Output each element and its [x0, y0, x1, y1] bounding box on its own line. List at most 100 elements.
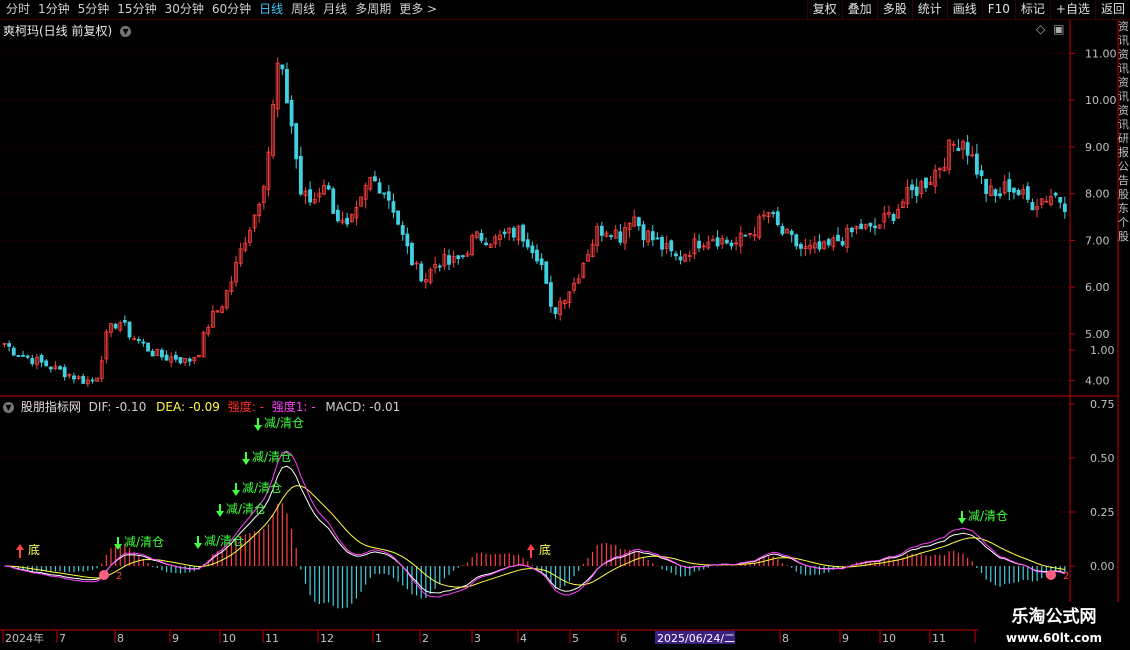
candle-body — [998, 193, 1002, 197]
price-tick-label: 10.00 — [1085, 94, 1117, 107]
sell-signal-label: 减/清仓 — [252, 450, 292, 464]
time-tick-label: 8 — [117, 632, 124, 645]
candle-body — [456, 255, 461, 260]
candle-body — [535, 249, 539, 262]
candle-body — [30, 358, 35, 365]
candle-body — [553, 307, 558, 315]
candle-body — [502, 231, 507, 235]
cursor-date-box: 2025/06/24/二 — [655, 631, 735, 645]
diamond-icon[interactable]: ◇ — [1036, 22, 1045, 36]
price-tick-label: 7.00 — [1085, 234, 1110, 247]
sell-signal: 减/清仓 — [232, 481, 282, 496]
candle-body — [298, 155, 303, 195]
sell-signal-label: 减/清仓 — [124, 535, 164, 549]
candle-body — [724, 239, 729, 244]
indicator-tick-label: 0.00 — [1090, 560, 1115, 573]
price-tick-label: 9.00 — [1085, 141, 1110, 154]
candle-body — [618, 231, 623, 243]
time-tick-label: 11 — [932, 632, 946, 645]
candle-body — [136, 339, 141, 341]
stock-name-period: 爽柯玛(日线 前复权) — [3, 24, 113, 38]
sell-signal: 减/清仓 — [114, 535, 164, 550]
candle-body — [58, 366, 62, 370]
candle-body — [868, 222, 873, 227]
candle-body — [21, 354, 25, 357]
time-tick-label: 1 — [375, 632, 382, 645]
candle-body — [525, 239, 530, 248]
time-tick-label: 8 — [782, 632, 789, 645]
candle-body — [789, 230, 794, 235]
dea-value: DEA: -0.09 — [156, 400, 220, 414]
panel-tools: ◇ ▣ — [1036, 22, 1064, 36]
time-tick-label: 3 — [474, 632, 481, 645]
down-arrow-icon — [254, 418, 262, 431]
time-tick-label: 4 — [520, 632, 527, 645]
candle-body — [775, 211, 780, 226]
candle-body — [993, 189, 998, 197]
sell-signal-label: 减/清仓 — [242, 481, 282, 495]
chart-frame — [0, 20, 1119, 631]
candle-body — [609, 235, 613, 238]
side-info-strip[interactable]: 资讯资讯资讯资讯研报公告股东个股 — [1118, 20, 1130, 600]
sell-signal: 减/清仓 — [194, 534, 244, 549]
candle-body — [794, 234, 799, 247]
candle-body — [146, 342, 150, 352]
sell-signal: 减/清仓 — [254, 416, 304, 431]
candle-body — [90, 379, 95, 382]
candle-body — [771, 212, 776, 214]
time-tick-label: 9 — [172, 632, 179, 645]
indicator-name: 股朋指标网 — [20, 400, 81, 414]
down-arrow-icon — [958, 511, 966, 524]
candle-body — [127, 321, 132, 338]
candle-body — [780, 226, 785, 235]
candle-body — [956, 147, 961, 152]
candle-body — [400, 225, 405, 235]
chart-canvas[interactable]: 减/清仓 减/清仓减/清仓减/清仓减/清仓减/清仓减/清仓底 底2 2 11.0010… — [0, 0, 1130, 650]
marker-number: 2 — [116, 571, 122, 582]
candle-body — [437, 265, 442, 268]
candle-body — [914, 186, 919, 196]
candle-body — [326, 185, 331, 190]
candle-body — [873, 225, 877, 229]
candle-body — [965, 142, 970, 156]
window-icon[interactable]: ▣ — [1053, 22, 1064, 36]
candle-body — [289, 99, 294, 127]
candle-body — [979, 170, 984, 177]
candlestick-series — [2, 57, 1067, 388]
buy-signal-label: 底 — [28, 542, 40, 557]
candle-body — [382, 192, 387, 195]
title-dropdown-icon[interactable]: ▼ — [120, 26, 132, 37]
macd-value: MACD: -0.01 — [325, 400, 401, 414]
candle-body — [479, 232, 484, 241]
candle-body — [1007, 179, 1012, 193]
indicator-dropdown-icon[interactable]: ▼ — [3, 402, 14, 413]
grid-lines — [0, 52, 1075, 567]
candle-body — [308, 189, 313, 203]
macd-histogram — [8, 503, 1066, 609]
time-tick-label: 7 — [59, 632, 66, 645]
candle-body — [150, 350, 155, 357]
candle-body — [891, 214, 896, 221]
candle-body — [386, 191, 391, 201]
candle-body — [419, 263, 424, 282]
candle-body — [799, 244, 803, 249]
candle-body — [160, 349, 164, 358]
candle-body — [859, 223, 864, 230]
candle-body — [674, 253, 678, 257]
strength-value: 强度: - — [227, 400, 264, 414]
time-tick-label: 11 — [265, 632, 279, 645]
candle-body — [7, 343, 12, 347]
candle-body — [669, 240, 674, 252]
candle-body — [729, 242, 734, 247]
candle-body — [405, 233, 410, 247]
main-panel-title: 爽柯玛(日线 前复权) ▼ — [3, 22, 132, 39]
price-tick-label: 6.00 — [1085, 281, 1110, 294]
candle-body — [849, 227, 854, 233]
candle-body — [521, 224, 526, 242]
sell-signal: 减/清仓 — [958, 509, 1008, 524]
sell-signal-label: 减/清仓 — [204, 534, 244, 548]
dif-line — [4, 465, 1066, 594]
candle-body — [280, 64, 285, 70]
candle-body — [285, 68, 289, 104]
candle-body — [377, 182, 382, 194]
